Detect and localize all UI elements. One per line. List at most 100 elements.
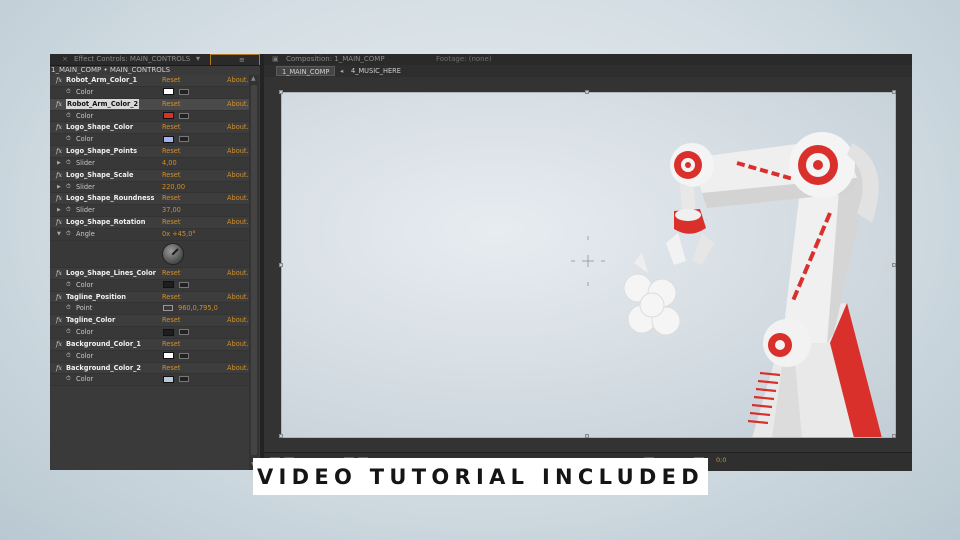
effect-row[interactable]: fx Logo_Shape_Roundness Reset About... <box>50 193 253 206</box>
color-swatch[interactable] <box>163 375 174 383</box>
reset-link[interactable]: Reset <box>162 122 180 132</box>
fx-icon[interactable]: fx <box>56 122 62 132</box>
color-swatch[interactable] <box>163 88 174 96</box>
fx-icon[interactable]: fx <box>56 170 62 180</box>
property-name: Slider <box>76 158 95 167</box>
fx-icon[interactable]: fx <box>56 75 62 85</box>
stopwatch-icon[interactable]: ⏱ <box>66 182 71 192</box>
after-effects-window: × Effect Controls: MAIN_CONTROLS ▾ ≡ 1_M… <box>50 54 912 471</box>
stopwatch-icon[interactable]: ⏱ <box>66 351 71 361</box>
effect-row[interactable]: fx Logo_Shape_Color Reset About... <box>50 122 253 135</box>
expand-triangle-icon[interactable]: ▶ <box>57 182 61 192</box>
fx-icon[interactable]: fx <box>56 292 62 302</box>
eyedropper-icon[interactable] <box>179 352 189 359</box>
fx-icon[interactable]: fx <box>56 363 62 373</box>
angle-dial[interactable] <box>162 242 184 265</box>
effect-name: Tagline_Position <box>66 292 126 301</box>
reset-link[interactable]: Reset <box>162 193 180 203</box>
stopwatch-icon[interactable]: ⏱ <box>66 327 71 337</box>
stopwatch-icon[interactable]: ⏱ <box>66 280 71 290</box>
eyedropper-icon[interactable] <box>179 329 189 336</box>
effect-row[interactable]: fx Background_Color_1 Reset About... <box>50 338 253 351</box>
expand-triangle-icon[interactable]: ▶ <box>57 205 61 215</box>
property-value[interactable]: 220,00 <box>162 182 185 192</box>
color-swatch[interactable] <box>163 112 174 120</box>
fx-icon[interactable]: fx <box>56 193 62 203</box>
effect-row[interactable]: fx Background_Color_2 Reset About... <box>50 362 253 375</box>
property-name: Color <box>76 328 94 337</box>
effect-row[interactable]: fx Logo_Shape_Lines_Color Reset About... <box>50 267 253 280</box>
effect-name: Background_Color_2 <box>66 363 141 372</box>
effect-row[interactable]: fx Logo_Shape_Rotation Reset About... <box>50 217 253 229</box>
composition-viewer[interactable] <box>282 93 896 438</box>
property-value[interactable]: 37,00 <box>162 205 181 215</box>
panel-close-icon[interactable]: × <box>62 55 68 63</box>
breadcrumb: 1_MAIN_COMP • MAIN_CONTROLS <box>51 66 171 74</box>
subtab-music-here[interactable]: 4_MUSIC_HERE <box>346 66 406 76</box>
eyedropper-icon[interactable] <box>179 281 189 288</box>
panel-flyout-icon[interactable]: ≡ <box>239 56 245 64</box>
effect-panel-scrollbar[interactable]: ▲ ▼ <box>249 75 259 470</box>
property-value[interactable]: 960,0,795,0 <box>178 303 218 313</box>
fx-icon[interactable]: fx <box>56 99 62 109</box>
anchor-point-icon <box>571 236 605 286</box>
effect-row[interactable]: fx Logo_Shape_Points Reset About... <box>50 146 253 158</box>
expand-triangle-icon[interactable]: ▶ <box>57 158 61 168</box>
effect-row[interactable]: fx Robot_Arm_Color_2 Reset About... <box>50 98 253 111</box>
fx-icon[interactable]: fx <box>56 146 62 156</box>
eyedropper-icon[interactable] <box>179 88 189 95</box>
panel-menu-icon[interactable]: ▾ <box>196 54 200 63</box>
effect-controls-tab[interactable]: Effect Controls: MAIN_CONTROLS <box>74 55 190 63</box>
scroll-up-icon[interactable]: ▲ <box>251 75 256 82</box>
stopwatch-icon[interactable]: ⏱ <box>66 374 71 384</box>
reset-link[interactable]: Reset <box>162 339 180 349</box>
fx-icon[interactable]: fx <box>56 315 62 325</box>
effect-row[interactable]: fx Tagline_Color Reset About... <box>50 315 253 328</box>
scrollbar-thumb[interactable] <box>251 85 257 455</box>
stopwatch-icon[interactable]: ⏱ <box>66 87 71 97</box>
reset-link[interactable]: Reset <box>162 363 180 373</box>
point-target-icon[interactable] <box>163 305 173 312</box>
reset-link[interactable]: Reset <box>162 75 180 85</box>
panel-tab-accent[interactable]: ≡ <box>210 54 260 65</box>
property-value[interactable]: 4,00 <box>162 158 177 168</box>
stopwatch-icon[interactable]: ⏱ <box>66 134 71 144</box>
time-readout[interactable]: 0;0 <box>716 456 726 464</box>
subtab-arrow-icon[interactable]: ◂ <box>340 66 343 76</box>
property-row: ▼ ⏱ Angle 0x +45,0° <box>50 228 249 241</box>
effect-controls-panel: × Effect Controls: MAIN_CONTROLS ▾ ≡ 1_M… <box>50 54 260 470</box>
expand-open-icon[interactable]: ▼ <box>57 229 61 239</box>
stopwatch-icon[interactable]: ⏱ <box>66 111 71 121</box>
effect-row[interactable]: fx Tagline_Position Reset About... <box>50 291 253 304</box>
reset-link[interactable]: Reset <box>162 99 180 109</box>
stopwatch-icon[interactable]: ⏱ <box>66 229 71 239</box>
color-swatch[interactable] <box>163 135 174 143</box>
fx-icon[interactable]: fx <box>56 217 62 227</box>
stopwatch-icon[interactable]: ⏱ <box>66 205 71 215</box>
subtab-main-comp[interactable]: 1_MAIN_COMP <box>276 66 336 76</box>
property-name: Color <box>76 111 94 120</box>
reset-link[interactable]: Reset <box>162 170 180 180</box>
property-value[interactable]: 0x +45,0° <box>162 229 196 239</box>
reset-link[interactable]: Reset <box>162 217 180 227</box>
footage-tab[interactable]: Footage: (none) <box>436 55 492 63</box>
color-swatch[interactable] <box>163 352 174 360</box>
eyedropper-icon[interactable] <box>179 112 189 119</box>
lock-icon[interactable]: ▣ <box>272 55 279 63</box>
reset-link[interactable]: Reset <box>162 292 180 302</box>
reset-link[interactable]: Reset <box>162 146 180 156</box>
stopwatch-icon[interactable]: ⏱ <box>66 158 71 168</box>
eyedropper-icon[interactable] <box>179 376 189 383</box>
fx-icon[interactable]: fx <box>56 268 62 278</box>
effect-row[interactable]: fx Robot_Arm_Color_1 Reset About... <box>50 75 253 87</box>
color-swatch[interactable] <box>163 328 174 336</box>
stopwatch-icon[interactable]: ⏱ <box>66 303 71 313</box>
reset-link[interactable]: Reset <box>162 315 180 325</box>
eyedropper-icon[interactable] <box>179 136 189 143</box>
composition-tab[interactable]: Composition: 1_MAIN_COMP <box>286 55 385 63</box>
color-swatch[interactable] <box>163 281 174 289</box>
fx-icon[interactable]: fx <box>56 339 62 349</box>
effect-row[interactable]: fx Logo_Shape_Scale Reset About... <box>50 169 253 182</box>
reset-link[interactable]: Reset <box>162 268 180 278</box>
property-row: ▶ ⏱ Slider 4,00 <box>50 157 249 170</box>
